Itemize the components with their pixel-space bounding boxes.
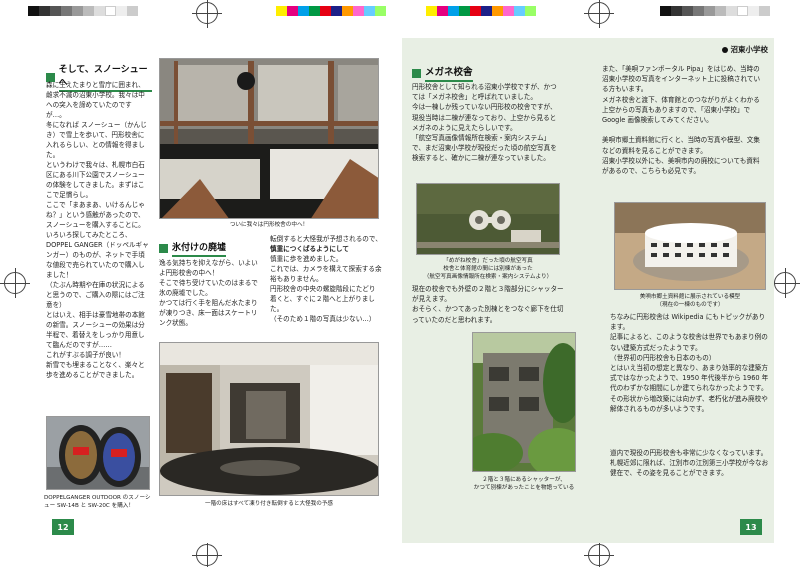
school-tag: 沼東小学校 — [721, 44, 769, 55]
color-bar-left — [28, 6, 138, 16]
heading-square-icon — [159, 244, 168, 253]
page-number-left: 12 — [52, 519, 74, 535]
school-tag-label: 沼東小学校 — [730, 45, 769, 54]
section-heading-megane: メガネ校舎 — [412, 64, 554, 82]
photo-model-caption: 美唄市郷土資料館に展示されている模型 （現在の一棟のものです） — [639, 294, 741, 308]
color-bar-left-2 — [276, 6, 386, 16]
page-number-right: 13 — [740, 519, 762, 535]
color-bar-right — [426, 6, 536, 16]
aerial-image — [417, 184, 559, 254]
right-page: 沼東小学校 メガネ校舎 円形校舎として知られる沼東小学校ですが、かつては「メガネ… — [402, 38, 774, 543]
left-page: そして、スノーシューへ 森に生えたまりと雪庁に囲まれ、雌求不滅の沼東小学校。我々… — [38, 38, 396, 543]
registration-mark-top-right — [584, 0, 614, 28]
col2-text-a: 転倒すると大怪我が予想されるので、 — [270, 235, 382, 243]
col2-text-c: 慎重に歩を進めました。 これでは、カメラを構えて探索する余裕もありません。 円形… — [270, 255, 382, 323]
registration-mark-bottom-left — [192, 540, 222, 567]
mid-text-shutter: 現在の校舎でも外壁の２階と３階部分にシャッターが見えます。 おそらく、かつてあっ… — [412, 285, 564, 324]
color-bar-right-2 — [660, 6, 770, 16]
photo-broken-window-caption: ついに我々は円形校舎の中へ！ — [229, 222, 309, 228]
tag-dot-icon — [721, 46, 728, 53]
registration-mark-right — [770, 268, 800, 298]
section-title: 氷付けの廃墟 — [172, 240, 227, 257]
wikipedia-text: ちなみに円形校舎は Wikipedia にもトピックがあります。 記事によると、… — [610, 313, 769, 413]
section-heading-frozen: 氷付けの廃墟 — [159, 240, 265, 257]
snowshoe-image — [47, 417, 149, 489]
col2-text-emphasis: 慎重につくばるようにして — [270, 245, 349, 253]
registration-mark-top-left — [192, 0, 222, 28]
current-school-text: 道内で現役の円形校舎も非常に少なくなっています。 札幌近郊に限れば、江別市の江別… — [610, 449, 769, 478]
heading-square-icon — [412, 68, 421, 78]
photo-frozen-floor-caption: 一階の床はすべて凍り付き転倒すると大怪我の予感 — [204, 501, 334, 507]
section-megane-body: 円形校舎として知られる沼東小学校ですが、かつては「メガネ校舎」と呼ばれていました… — [412, 83, 557, 163]
section-megane-col2: また、「美唄ファンポータル Pipa」をはじめ、当時の沼東小学校の写真をインター… — [602, 65, 761, 176]
model-image — [615, 203, 765, 289]
photo-model — [614, 202, 766, 290]
registration-mark-left — [0, 268, 30, 298]
broken-window-image — [160, 59, 378, 218]
section-title: メガネ校舎 — [425, 64, 473, 82]
photo-ruin-shutter — [472, 332, 576, 472]
section-frozen-col1: 逸る気持ちを抑えながら、いよいよ円形校舎の中へ！ そこで待ち受けていたのはまるで… — [159, 259, 258, 327]
photo-aerial-caption: 「めがね校舎」だった頃の航空写真 校舎と体育館の間には別棟があった （航空写真画… — [423, 258, 553, 280]
photo-snowshoe — [46, 416, 150, 490]
photo-ruin-caption: ２階と３階にあるシャッターが、 かつて別棟があったことを物語っている — [473, 477, 575, 491]
photo-frozen-floor — [159, 342, 379, 496]
photo-snowshoe-caption: DOPPELGANGER OUTDOOR のスノーシュー SW-14B と SW… — [44, 495, 151, 509]
ruin-image — [473, 333, 575, 471]
section-body-snowshoe: 森に生えたまりと雪庁に囲まれ、雌求不滅の沼東小学校。我々は中への突入を諦めていた… — [46, 81, 149, 379]
photo-broken-window — [159, 58, 379, 219]
frozen-floor-image — [160, 343, 378, 495]
photo-aerial — [416, 183, 560, 255]
registration-mark-bottom-right — [584, 540, 614, 567]
section-frozen-col2: 転倒すると大怪我が予想されるので、慎重につくばるようにして 慎重に歩を進めました… — [270, 234, 382, 324]
